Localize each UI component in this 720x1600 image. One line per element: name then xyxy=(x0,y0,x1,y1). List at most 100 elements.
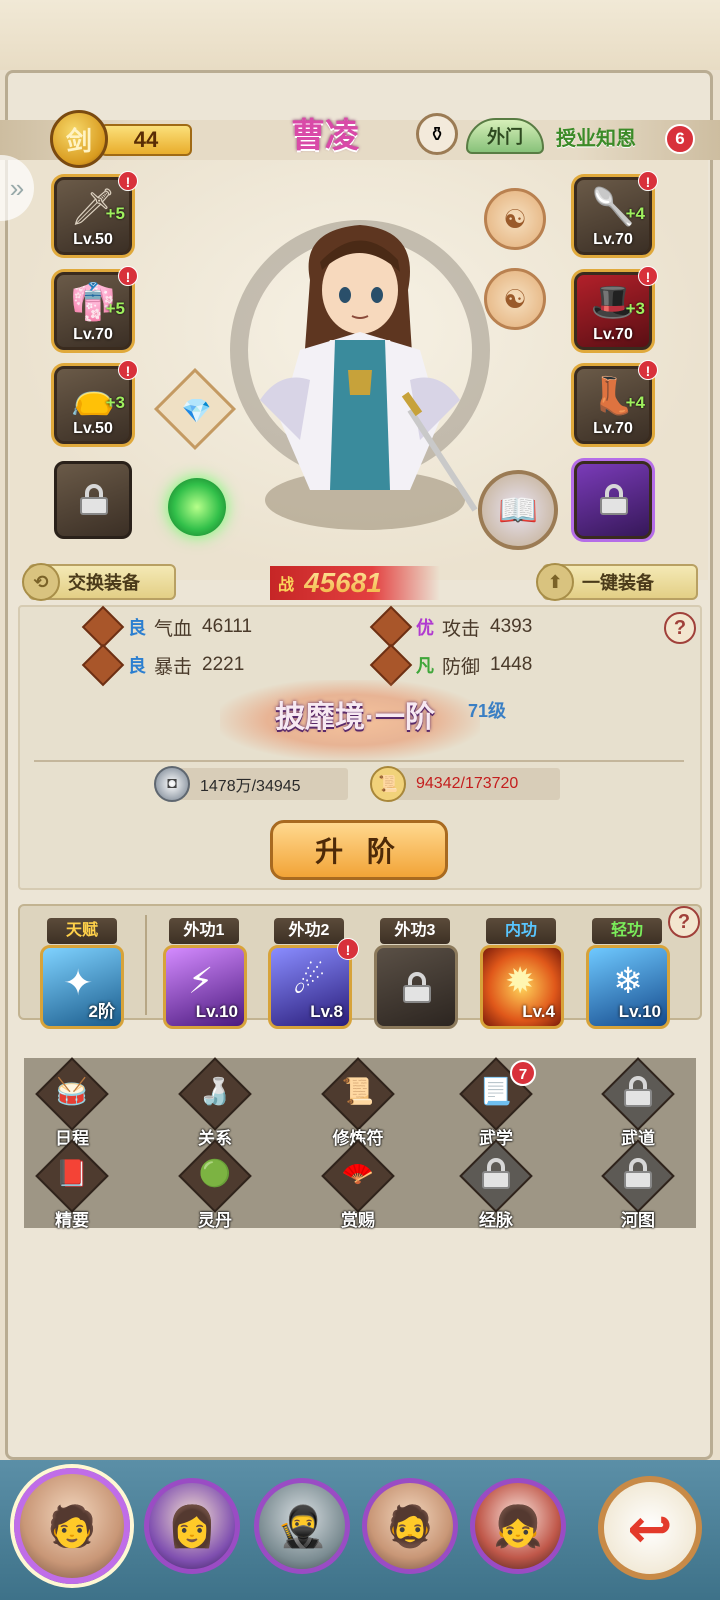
feature-meridian[interactable]: 经脉 xyxy=(448,1139,544,1232)
stat-value: 4393 xyxy=(490,616,533,637)
outer-skill-3-button[interactable] xyxy=(374,945,458,1029)
hero-portrait xyxy=(260,225,478,512)
feature-martial-arts[interactable]: 📃 武学 7 xyxy=(448,1057,544,1150)
hero-avatar-1[interactable]: 🧑 xyxy=(14,1468,130,1584)
level-pill: 44 xyxy=(100,124,192,156)
crystal-icon: 💎 xyxy=(181,397,212,425)
outer-tag-text: 外门 xyxy=(487,127,523,147)
feature-talisman[interactable]: 📜 修炼符 xyxy=(310,1057,406,1150)
schedule-icon: 🥁 xyxy=(55,1076,89,1106)
equip-slot-hat[interactable]: 🎩 +3 Lv.70 ! xyxy=(574,266,658,350)
stat-name: 攻击 xyxy=(442,618,481,640)
crit-icon xyxy=(81,643,125,687)
skill-level: Lv.10 xyxy=(195,1002,238,1021)
back-arrow-icon: ↩ xyxy=(627,1498,673,1559)
outer-skill-2-button[interactable]: ☄ Lv.8 ! xyxy=(268,938,359,1029)
top-decoration xyxy=(0,0,720,70)
back-button[interactable]: ↩ xyxy=(598,1476,702,1580)
auto-equip-button[interactable]: ⬆ 一键装备 xyxy=(536,563,698,601)
hero-avatar-4[interactable]: 🧔 xyxy=(362,1478,458,1574)
alert-icon: ! xyxy=(118,360,138,380)
stat-value: 2221 xyxy=(202,654,245,675)
outer-skill-2-icon: ☄ xyxy=(293,960,326,1001)
equip-level: Lv.50 xyxy=(73,420,113,437)
scroll-icon: 📜 xyxy=(370,766,406,802)
equip-slot-staff[interactable]: 🥄 +4 Lv.70 ! xyxy=(574,171,658,255)
equip-level: Lv.50 xyxy=(73,231,113,248)
gourd-icon[interactable]: ⚱ xyxy=(416,113,458,155)
meditation-2-icon[interactable]: ☯ xyxy=(484,268,546,330)
feature-martial-way[interactable]: 武道 xyxy=(590,1057,686,1150)
equip-slot-boots[interactable]: 👢 +4 Lv.70 ! xyxy=(574,360,658,444)
equip-level: Lv.70 xyxy=(593,420,633,437)
equip-slot-locked-left[interactable] xyxy=(54,461,132,539)
alert-icon: ! xyxy=(638,266,658,286)
equip-level: Lv.70 xyxy=(593,326,633,343)
alert-icon: ! xyxy=(638,171,658,191)
green-orb-icon[interactable] xyxy=(168,478,226,536)
stat-grade: 良 xyxy=(128,656,146,676)
sect-badge[interactable]: 剑 xyxy=(50,110,108,168)
skill-label-inner: 内功 xyxy=(486,918,556,944)
equip-slot-weapon[interactable]: 🗡 +5 Lv.50 ! xyxy=(54,171,138,255)
power-value: 45681 xyxy=(304,567,382,598)
silver-amount: 1478万/34945 xyxy=(200,778,301,795)
skill-label-outer-2: 外功2 xyxy=(274,918,344,944)
hero-avatar-2[interactable]: 👩 xyxy=(144,1478,240,1574)
feature-reward[interactable]: 🪭 赏赐 xyxy=(310,1139,406,1232)
pill-icon: 🟢 xyxy=(198,1158,232,1188)
realm-title: 披靡境·一阶 xyxy=(275,701,435,734)
meditation-icon[interactable]: ☯ xyxy=(484,188,546,250)
outer-skill-1-icon: ⚡ xyxy=(188,960,214,1001)
auto-equip-icon: ⬆ xyxy=(536,563,574,601)
essence-book-icon: 📕 xyxy=(55,1158,89,1188)
swap-equipment-button[interactable]: ⟲ 交换装备 xyxy=(22,563,176,601)
advance-button[interactable]: 升 阶 xyxy=(270,820,448,880)
skill-level: Lv.8 xyxy=(310,1002,343,1021)
lock-icon xyxy=(80,484,108,515)
enhance-level: +3 xyxy=(105,393,125,412)
enhance-level: +5 xyxy=(105,299,125,318)
skill-label-outer-3: 外功3 xyxy=(380,918,450,944)
feature-river-map[interactable]: 河图 xyxy=(590,1139,686,1232)
lightness-skill-button[interactable]: ❄ Lv.10 xyxy=(586,945,670,1029)
feature-label: 精要 xyxy=(55,1211,89,1230)
swap-equipment-label: 交换装备 xyxy=(68,573,140,593)
feature-label: 河图 xyxy=(621,1211,655,1230)
hero-avatar-5[interactable]: 👧 xyxy=(470,1478,566,1574)
equip-slot-locked-right[interactable] xyxy=(574,461,652,539)
manual-book-icon[interactable]: 📖 xyxy=(478,470,558,550)
hero-avatar-3[interactable]: 🥷 xyxy=(254,1478,350,1574)
stat-hp: 良 气血 46111 xyxy=(81,605,252,649)
stat-grade: 凡 xyxy=(416,656,434,676)
stats-help-icon[interactable]: ? xyxy=(664,612,696,644)
enhance-level: +4 xyxy=(625,204,645,223)
equip-slot-armor[interactable]: 👘 +5 Lv.70 ! xyxy=(54,266,138,350)
talent-skill-button[interactable]: ✦ 2阶 xyxy=(40,945,124,1029)
hp-icon xyxy=(81,605,125,649)
fan-reward-icon: 🪭 xyxy=(341,1158,375,1188)
feature-essence[interactable]: 📕 精要 xyxy=(24,1139,120,1232)
outer-disciple-tag[interactable]: 外门 xyxy=(466,118,544,154)
feature-label: 经脉 xyxy=(479,1211,513,1230)
stat-crit: 良 暴击 2221 xyxy=(81,643,245,687)
scroll-amount: 94342/173720 xyxy=(416,775,519,792)
feature-relation[interactable]: 🍶 关系 xyxy=(167,1057,263,1150)
mentor-label[interactable]: 授业知恩 xyxy=(556,120,662,152)
stat-name: 防御 xyxy=(442,656,481,678)
skills-help-icon[interactable]: ? xyxy=(668,906,700,938)
equip-slot-belt[interactable]: 👝 +3 Lv.50 ! xyxy=(54,360,138,444)
outer-skill-1-button[interactable]: ⚡ Lv.10 xyxy=(163,945,247,1029)
feature-pill[interactable]: 🟢 灵丹 xyxy=(167,1139,263,1232)
realm-level: 71级 xyxy=(468,701,507,721)
skill-divider xyxy=(145,915,147,1015)
hero-name: 曹凌 xyxy=(291,117,359,155)
lock-icon xyxy=(624,1158,652,1189)
lock-icon xyxy=(403,972,431,1003)
talisman-icon: 📜 xyxy=(341,1076,375,1106)
lock-icon xyxy=(482,1158,510,1189)
feature-schedule[interactable]: 🥁 日程 xyxy=(24,1057,120,1150)
alert-icon: ! xyxy=(118,266,138,286)
mentor-count-badge: 6 xyxy=(665,124,695,154)
inner-skill-button[interactable]: ✹ Lv.4 xyxy=(480,945,564,1029)
